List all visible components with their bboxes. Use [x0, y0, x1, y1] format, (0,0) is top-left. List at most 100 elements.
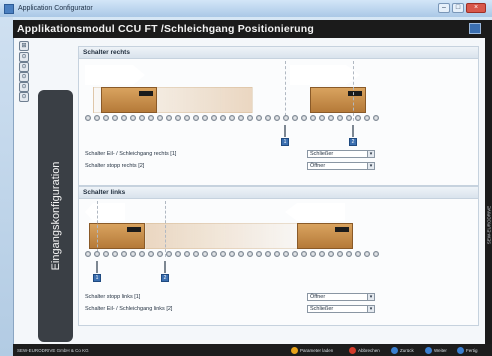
input-config-panel: Eingangskonfiguration	[38, 90, 73, 342]
roller	[274, 115, 280, 121]
sensor-2-icon: 2	[161, 261, 169, 283]
main-content: ⊞ ⊙ ⊙ ⊙ ⊙ ⊙ Eingangskonfiguration Schalt…	[13, 38, 485, 344]
roller	[301, 251, 307, 257]
load-parameters-button[interactable]: Parameter laden	[291, 346, 333, 354]
brand-vertical-text: SEW-EURODRIVE	[486, 205, 491, 244]
cancel-button[interactable]: Abbrechen	[349, 346, 380, 354]
roller	[166, 115, 172, 121]
roller	[265, 115, 271, 121]
roller	[283, 251, 289, 257]
load-icon	[291, 346, 298, 354]
help-icon[interactable]	[469, 23, 481, 34]
side-icon-column: ⊞ ⊙ ⊙ ⊙ ⊙ ⊙	[14, 38, 36, 108]
close-button[interactable]: ×	[466, 3, 486, 13]
sensor-2-icon: 2	[349, 125, 357, 147]
roller	[247, 251, 253, 257]
app-icon	[4, 3, 14, 14]
chevron-down-icon: ▾	[367, 163, 374, 169]
row-label: Schalter stopp rechts [2]	[85, 163, 145, 169]
roller	[103, 251, 109, 257]
section-switch-right: Schalter rechts 1 2 Schalter Eil- / Schl…	[78, 46, 479, 186]
roller	[175, 251, 181, 257]
back-icon	[391, 346, 398, 354]
roller	[229, 251, 235, 257]
switch-left-1-select[interactable]: Öffner ▾	[307, 293, 375, 301]
switch-left-2-select[interactable]: Schließer ▾	[307, 305, 375, 313]
roller	[121, 115, 127, 121]
roller	[175, 115, 181, 121]
roller	[364, 251, 370, 257]
option-icon[interactable]: ⊙	[19, 52, 29, 62]
row-label: Schalter Eil- / Schleichgang links [2]	[85, 306, 173, 312]
option-icon[interactable]: ⊙	[19, 92, 29, 102]
footer-company: SEW-EURODRIVE GmbH & Co KG	[17, 347, 89, 353]
roller	[256, 251, 262, 257]
module-title: Applikationsmodul CCU FT /Schleichgang P…	[17, 23, 315, 35]
back-button[interactable]: Zurück	[391, 346, 414, 354]
roller	[139, 251, 145, 257]
module-header: Applikationsmodul CCU FT /Schleichgang P…	[13, 20, 485, 38]
conveyor-diagram-right: 1 2	[85, 61, 385, 146]
roller	[238, 251, 244, 257]
roller	[256, 115, 262, 121]
panel-vertical-label: Eingangskonfiguration	[49, 161, 62, 271]
roller	[148, 251, 154, 257]
application-window: Application Configurator – □ × Applikati…	[0, 0, 492, 356]
roller-conveyor	[85, 115, 385, 121]
section-title: Schalter rechts	[79, 47, 478, 59]
option-icon[interactable]: ⊙	[19, 72, 29, 82]
crate	[297, 223, 353, 249]
maximize-button[interactable]: □	[452, 3, 464, 13]
menu-icon[interactable]: ⊞	[19, 41, 29, 51]
sensor-1-icon: 1	[93, 261, 101, 283]
roller	[355, 115, 361, 121]
roller	[157, 115, 163, 121]
roller	[373, 115, 379, 121]
roller	[220, 251, 226, 257]
window-title: Application Configurator	[18, 5, 93, 12]
roller	[121, 251, 127, 257]
roller	[373, 251, 379, 257]
crate	[101, 87, 157, 113]
roller	[328, 115, 334, 121]
crate-logo	[139, 91, 153, 96]
roller	[202, 251, 208, 257]
roller	[139, 115, 145, 121]
roller	[364, 115, 370, 121]
roller	[193, 251, 199, 257]
option-icon[interactable]: ⊙	[19, 82, 29, 92]
roller	[148, 115, 154, 121]
chevron-down-icon: ▾	[367, 294, 374, 300]
roller	[238, 115, 244, 121]
roller	[166, 251, 172, 257]
roller	[130, 115, 136, 121]
wizard-footer: SEW-EURODRIVE GmbH & Co KG Parameter lad…	[13, 344, 492, 356]
roller	[94, 115, 100, 121]
roller	[292, 115, 298, 121]
next-button[interactable]: Weiter	[425, 346, 447, 354]
roller	[265, 251, 271, 257]
conveyor-diagram-left: 1 2	[85, 201, 385, 283]
crate-logo	[348, 91, 362, 96]
cancel-icon	[349, 346, 356, 354]
row-label: Schalter stopp links [1]	[85, 294, 141, 300]
roller	[112, 115, 118, 121]
row-label: Schalter Eil- / Schleichgang rechts [1]	[85, 151, 177, 157]
roller	[292, 251, 298, 257]
switch-right-2-select[interactable]: Öffner ▾	[307, 162, 375, 170]
sensor-line	[97, 201, 98, 257]
roller	[112, 251, 118, 257]
roller	[184, 115, 190, 121]
roller	[337, 115, 343, 121]
motion-arrow-icon	[285, 203, 345, 221]
switch-right-1-select[interactable]: Schließer ▾	[307, 150, 375, 158]
motion-arrow-icon	[85, 203, 125, 221]
option-icon[interactable]: ⊙	[19, 62, 29, 72]
right-brand-strip: SEW-EURODRIVE	[485, 20, 492, 350]
finish-button[interactable]: Fertig	[457, 346, 478, 354]
roller	[247, 115, 253, 121]
roller	[310, 251, 316, 257]
minimize-button[interactable]: –	[438, 3, 450, 13]
roller	[319, 115, 325, 121]
roller	[301, 115, 307, 121]
